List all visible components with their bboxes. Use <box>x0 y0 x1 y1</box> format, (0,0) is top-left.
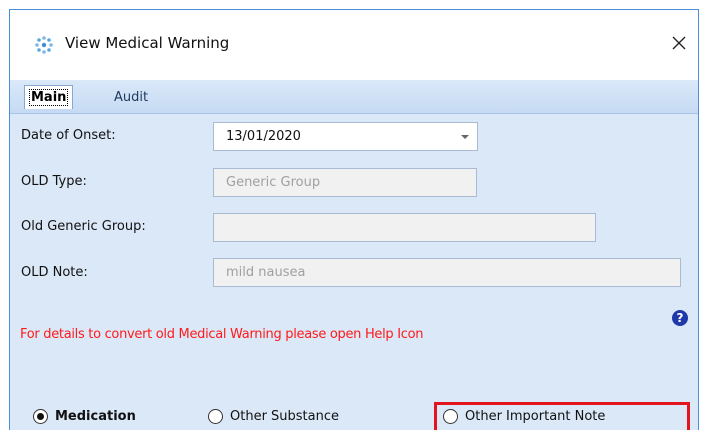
tab-main-label: Main <box>29 89 69 106</box>
radio-medication-label: Medication <box>55 409 136 424</box>
tab-audit[interactable]: Audit <box>114 85 148 109</box>
title-bar: View Medical Warning <box>10 10 698 80</box>
highlight-annotation-box <box>434 402 690 430</box>
radio-other-substance[interactable]: Other Substance <box>208 409 339 424</box>
old-generic-group-field <box>213 213 596 242</box>
old-type-label: OLD Type: <box>21 174 87 189</box>
old-generic-group-label: Old Generic Group: <box>21 219 146 234</box>
radio-medication[interactable]: Medication <box>33 409 136 424</box>
tab-strip: Main Audit <box>10 80 698 114</box>
old-note-value: mild nausea <box>226 265 306 280</box>
warning-type-radio-group: Medication Other Substance Other Importa… <box>10 402 698 430</box>
date-of-onset-label: Date of Onset: <box>21 128 116 143</box>
old-type-value: Generic Group <box>226 175 321 190</box>
tab-main[interactable]: Main <box>24 85 74 109</box>
radio-selected-dot-icon <box>37 413 44 420</box>
chevron-down-icon[interactable] <box>461 135 469 139</box>
radio-button-icon[interactable] <box>208 409 223 424</box>
main-panel: Date of Onset: 13/01/2020 OLD Type: Gene… <box>10 114 698 430</box>
old-type-field: Generic Group <box>213 168 477 197</box>
help-icon[interactable]: ? <box>672 310 688 326</box>
close-icon <box>672 36 686 50</box>
medical-warning-dialog: View Medical Warning Main Audit Date of … <box>9 9 699 430</box>
radio-other-substance-label: Other Substance <box>230 409 340 424</box>
radio-button-icon[interactable] <box>33 409 48 424</box>
date-of-onset-value: 13/01/2020 <box>226 129 301 144</box>
dialog-title: View Medical Warning <box>65 34 230 52</box>
app-logo-icon <box>35 36 53 54</box>
tab-audit-label: Audit <box>114 89 149 105</box>
old-note-label: OLD Note: <box>21 265 88 280</box>
date-of-onset-dropdown[interactable]: 13/01/2020 <box>213 122 478 151</box>
convert-warning-message: For details to convert old Medical Warni… <box>20 327 424 342</box>
help-icon-glyph: ? <box>676 311 684 325</box>
close-button[interactable] <box>664 28 694 58</box>
old-note-field: mild nausea <box>213 258 681 287</box>
